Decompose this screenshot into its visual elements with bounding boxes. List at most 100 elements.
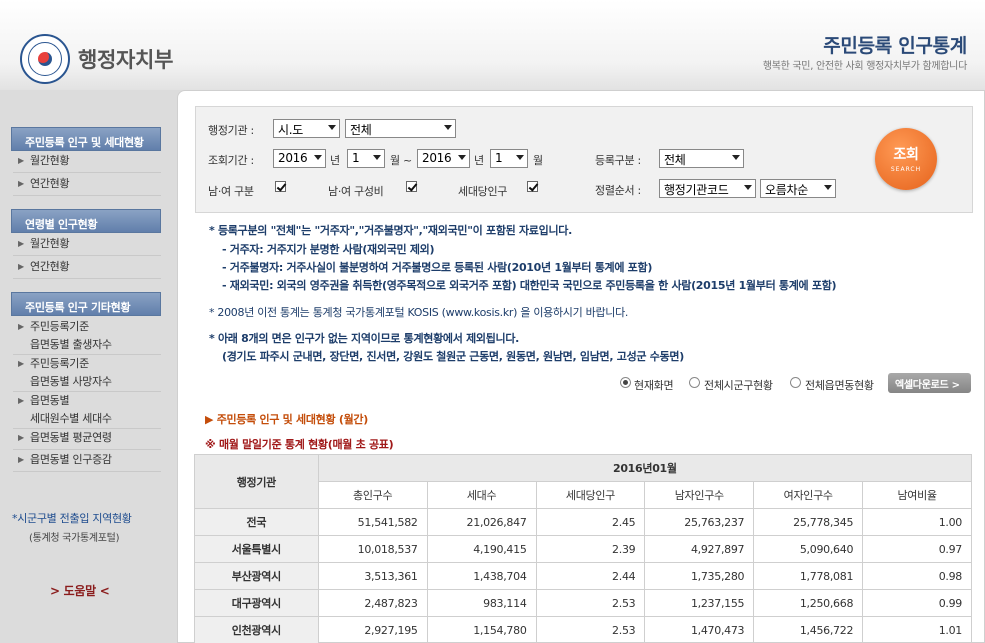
migration-link[interactable]: *시군구별 전출입 지역현황	[12, 510, 132, 526]
divider	[13, 172, 161, 173]
cell: 3,513,361	[317, 562, 428, 590]
row-name: 서울특별시	[194, 535, 319, 563]
chevron-down-icon	[824, 185, 832, 190]
divider	[13, 195, 161, 196]
bullet-icon: ▶	[18, 396, 24, 405]
divider	[13, 255, 161, 256]
section-title: ▶ 주민등록 인구 및 세대현황 (월간)	[205, 413, 368, 426]
sidebar-item-births[interactable]: ▶ 주민등록기준 읍면동별 출생자수	[13, 318, 161, 354]
view-eupmyeondong-label[interactable]: 전체읍면동현황	[805, 377, 874, 393]
column-header: 세대당인구	[535, 481, 646, 509]
note-line: * 2008년 이전 통계는 통계청 국가통계포털 KOSIS (www.kos…	[209, 306, 629, 319]
sidebar-section-household[interactable]: 주민등록 인구 및 세대현황	[11, 127, 161, 151]
migration-link-source: (통계청 국가통계포털)	[29, 533, 120, 544]
table-row: 부산광역시 3,513,361 1,438,704 2.44 1,735,280…	[194, 562, 972, 590]
reg-type-select[interactable]: 전체	[659, 149, 744, 168]
chevron-down-icon	[732, 155, 740, 160]
bullet-icon: ▶	[18, 239, 24, 248]
sidebar-item-household-size[interactable]: ▶ 읍면동별 세대원수별 세대수	[13, 392, 161, 428]
note-line: * 아래 8개의 면은 인구가 없는 지역이므로 통계현황에서 제외됩니다.	[209, 332, 520, 345]
divider	[13, 471, 161, 472]
sidebar-item-household-yearly[interactable]: ▶ 연간현황	[13, 175, 161, 193]
row-name: 인천광역시	[194, 616, 319, 643]
ministry-logo-text[interactable]: 행정자치부	[78, 44, 173, 74]
sort-order-select[interactable]: 오름차순	[760, 179, 836, 198]
view-current-radio[interactable]	[620, 377, 631, 388]
chevron-down-icon	[373, 155, 381, 160]
reference-mark-icon: ※	[205, 438, 216, 451]
bullet-icon: ▶	[18, 156, 24, 165]
view-sigungu-label[interactable]: 전체시군구현황	[704, 377, 773, 393]
stats-table: 행정기관 2016년01월 총인구수 세대수 세대당인구 남자인구수 여자인구수…	[194, 454, 973, 643]
column-header: 남자인구수	[644, 481, 755, 509]
sex-ratio-label: 남·여 구성비	[328, 185, 384, 198]
bullet-icon: ▶	[18, 179, 24, 188]
view-sigungu-radio[interactable]	[689, 377, 700, 388]
cell: 1,154,780	[426, 616, 537, 643]
cell: 1,735,280	[644, 562, 755, 590]
note-line: - 재외국민: 외국의 영주권을 취득한(영주목적으로 외국거주 포함) 대한민…	[222, 279, 837, 292]
chevron-down-icon	[458, 155, 466, 160]
table-row: 대구광역시 2,487,823 983,114 2.53 1,237,155 1…	[194, 589, 972, 617]
period-column-header: 2016년01월	[317, 454, 973, 482]
agency-select[interactable]: 전체	[345, 119, 456, 138]
cell: 21,026,847	[426, 508, 537, 536]
to-year-select[interactable]: 2016	[417, 149, 470, 168]
sidebar-item-age-yearly[interactable]: ▶ 연간현황	[13, 258, 161, 276]
to-month-select[interactable]: 1	[490, 149, 528, 168]
chevron-down-icon	[328, 125, 336, 130]
cell: 2,927,195	[317, 616, 428, 643]
bullet-icon: ▶	[18, 262, 24, 271]
cell: 1,456,722	[753, 616, 864, 643]
sidebar-item-pop-change[interactable]: ▶ 읍면동별 인구증감	[13, 451, 161, 469]
sidebar-item-age-monthly[interactable]: ▶ 월간현황	[13, 235, 161, 253]
sex-split-label: 남·여 구분	[208, 185, 254, 198]
from-year-select[interactable]: 2016	[273, 149, 326, 168]
note-line: - 거주자: 거주지가 분명한 사람(재외국민 제외)	[222, 243, 435, 256]
agency-level-select[interactable]: 시.도	[273, 119, 340, 138]
chevron-down-icon	[314, 155, 322, 160]
view-eupmyeondong-radio[interactable]	[790, 377, 801, 388]
column-header: 여자인구수	[753, 481, 864, 509]
agency-label: 행정기관 :	[208, 124, 254, 137]
sex-ratio-checkbox[interactable]	[406, 181, 417, 192]
cell: 0.98	[862, 562, 972, 590]
reg-type-label: 등록구분 :	[595, 154, 641, 167]
cell: 2.44	[535, 562, 646, 590]
view-current-label[interactable]: 현재화면	[634, 377, 674, 393]
row-name: 부산광역시	[194, 562, 319, 590]
ministry-seal-icon[interactable]	[20, 34, 70, 84]
chevron-down-icon	[744, 185, 752, 190]
cell: 25,763,237	[644, 508, 755, 536]
cell: 2.53	[535, 589, 646, 617]
cell: 0.99	[862, 589, 972, 617]
cell: 1.01	[862, 616, 972, 643]
cell: 2,487,823	[317, 589, 428, 617]
cell: 10,018,537	[317, 535, 428, 563]
row-name: 대구광역시	[194, 589, 319, 617]
sidebar-section-age[interactable]: 연령별 인구현황	[11, 209, 161, 233]
excel-download-button[interactable]: 엑셀다운로드 >	[888, 373, 971, 393]
table-row: 서울특별시 10,018,537 4,190,415 2.39 4,927,89…	[194, 535, 972, 563]
year-unit: 년	[474, 154, 484, 167]
per-household-checkbox[interactable]	[527, 181, 538, 192]
sort-key-select[interactable]: 행정기관코드	[659, 179, 756, 198]
help-link[interactable]: > 도움말 <	[50, 582, 110, 599]
cell: 1,470,473	[644, 616, 755, 643]
month-unit: 월	[533, 154, 543, 167]
sidebar-item-household-monthly[interactable]: ▶ 월간현황	[13, 152, 161, 170]
from-month-select[interactable]: 1	[347, 149, 385, 168]
column-header: 남여비율	[862, 481, 972, 509]
sidebar-section-other[interactable]: 주민등록 인구 기타현황	[11, 292, 161, 316]
cell: 2.53	[535, 616, 646, 643]
note-line: * 등록구분의 "전체"는 "거주자","거주불명자","재외국민"이 포함된 …	[209, 224, 572, 237]
cell: 1,778,081	[753, 562, 864, 590]
page-subtitle: 행복한 국민, 안전한 사회 행정자치부가 함께합니다	[762, 61, 967, 72]
search-button[interactable]: 조회 SEARCH	[875, 128, 937, 190]
per-household-label: 세대당인구	[458, 185, 508, 198]
sex-split-checkbox[interactable]	[275, 181, 286, 192]
month-range-unit: 월 ~	[390, 154, 412, 167]
sidebar-item-deaths[interactable]: ▶ 주민등록기준 읍면동별 사망자수	[13, 355, 161, 391]
sidebar-item-avg-age[interactable]: ▶ 읍면동별 평균연령	[13, 429, 161, 447]
cell: 983,114	[426, 589, 537, 617]
